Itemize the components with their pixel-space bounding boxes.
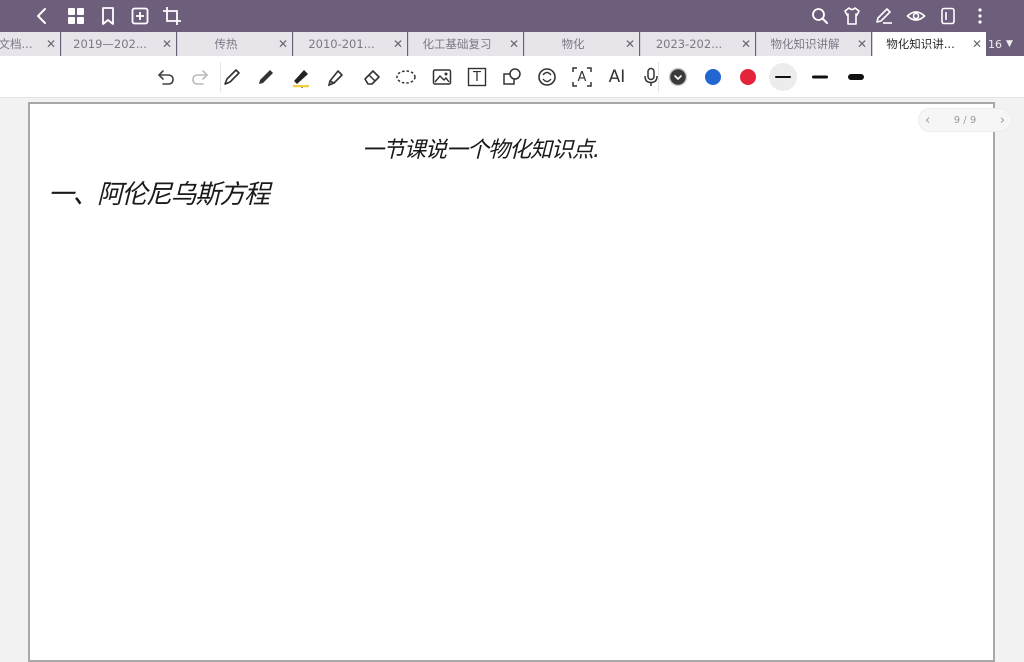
- tab-bar: 文档... ✕ 2019—202... ✕ 传热 ✕ 2010-201... ✕ 化工基础复习 ✕…: [0, 32, 1024, 56]
- drawing-toolbar: T A AI: [0, 56, 1024, 98]
- close-icon[interactable]: ✕: [158, 37, 176, 51]
- close-icon[interactable]: ✕: [274, 37, 292, 51]
- eye-icon[interactable]: [904, 4, 928, 28]
- tab-6[interactable]: 2023-202... ✕: [640, 32, 755, 56]
- tab-4[interactable]: 化工基础复习 ✕: [408, 32, 523, 56]
- pencil-icon[interactable]: [252, 63, 280, 91]
- close-icon[interactable]: ✕: [853, 37, 871, 51]
- handwritten-heading: 一、阿伦尼乌斯方程: [48, 180, 270, 210]
- tab-count[interactable]: 16 ▼: [988, 32, 1024, 56]
- microphone-icon[interactable]: [637, 63, 665, 91]
- color-red-swatch[interactable]: [734, 63, 762, 91]
- tab-label: 文档...: [0, 37, 33, 51]
- stroke-thin-option[interactable]: [769, 63, 797, 91]
- fountain-pen-icon[interactable]: [218, 63, 246, 91]
- bookmark-icon[interactable]: [96, 4, 120, 28]
- tab-1[interactable]: 2019—202... ✕: [61, 32, 176, 56]
- shape-icon[interactable]: [498, 63, 526, 91]
- note-page[interactable]: 一节课说一个物化知识点. 一、阿伦尼乌斯方程: [28, 102, 995, 662]
- tab-count-label: 16: [988, 37, 1002, 51]
- search-icon[interactable]: [808, 4, 832, 28]
- tab-7[interactable]: 物化知识讲解 ✕: [756, 32, 871, 56]
- tab-label: 物化知识讲解: [770, 37, 840, 51]
- page-indicator: 9 / 9: [953, 114, 977, 126]
- add-page-icon[interactable]: [128, 4, 152, 28]
- undo-icon[interactable]: [152, 63, 180, 91]
- back-icon[interactable]: [30, 4, 54, 28]
- ai-label: AI: [608, 67, 626, 87]
- divider: [658, 62, 659, 92]
- tab-2[interactable]: 传热 ✕: [177, 32, 292, 56]
- tab-label: 2023-202...: [655, 37, 723, 51]
- next-page-icon[interactable]: ›: [1000, 113, 1005, 128]
- ai-button[interactable]: AI: [603, 63, 631, 91]
- pen-edit-icon[interactable]: [872, 4, 896, 28]
- tab-label: 2010-201...: [308, 37, 375, 51]
- close-icon[interactable]: ✕: [389, 37, 407, 51]
- image-icon[interactable]: [428, 63, 456, 91]
- close-icon[interactable]: ✕: [42, 37, 60, 51]
- tab-label: 2019—202...: [73, 37, 147, 51]
- tab-label: 传热: [214, 37, 238, 51]
- marker-pen-icon[interactable]: [287, 63, 315, 91]
- tab-label: 物化: [561, 37, 585, 51]
- ocr-icon[interactable]: A: [568, 63, 596, 91]
- color-blue-swatch[interactable]: [699, 63, 727, 91]
- tab-label: 物化知识讲...: [886, 37, 955, 51]
- tab-8[interactable]: 物化知识讲... ✕: [872, 32, 986, 56]
- handwritten-title: 一节课说一个物化知识点.: [362, 138, 600, 163]
- page-navigator: ‹ 9 / 9 ›: [918, 108, 1012, 132]
- stroke-medium-option[interactable]: [806, 63, 834, 91]
- text-box-icon[interactable]: T: [463, 63, 491, 91]
- dropdown-triangle-icon: ▼: [1006, 39, 1013, 49]
- tab-label: 化工基础复习: [422, 37, 492, 51]
- text-tool-glyph: T: [473, 69, 481, 85]
- top-bar: [0, 0, 1024, 32]
- color-dark-swatch[interactable]: [664, 63, 692, 91]
- lasso-icon[interactable]: [392, 63, 420, 91]
- prev-page-icon[interactable]: ‹: [925, 113, 930, 128]
- close-icon[interactable]: ✕: [737, 37, 755, 51]
- grid-icon[interactable]: [64, 4, 88, 28]
- eraser-icon[interactable]: [358, 63, 386, 91]
- shirt-icon[interactable]: [840, 4, 864, 28]
- redo-icon[interactable]: [186, 63, 214, 91]
- sticker-icon[interactable]: [533, 63, 561, 91]
- stroke-thick-option[interactable]: [842, 63, 870, 91]
- tab-5[interactable]: 物化 ✕: [524, 32, 639, 56]
- ocr-tool-glyph: A: [577, 69, 587, 85]
- tab-0[interactable]: 文档... ✕: [0, 32, 60, 56]
- close-icon[interactable]: ✕: [968, 37, 986, 51]
- notebook-icon[interactable]: [936, 4, 960, 28]
- crop-icon[interactable]: [160, 4, 184, 28]
- close-icon[interactable]: ✕: [621, 37, 639, 51]
- canvas-area[interactable]: 一节课说一个物化知识点. 一、阿伦尼乌斯方程: [0, 98, 1024, 662]
- close-icon[interactable]: ✕: [505, 37, 523, 51]
- more-icon[interactable]: [968, 4, 992, 28]
- tab-3[interactable]: 2010-201... ✕: [293, 32, 407, 56]
- highlighter-icon[interactable]: [322, 63, 350, 91]
